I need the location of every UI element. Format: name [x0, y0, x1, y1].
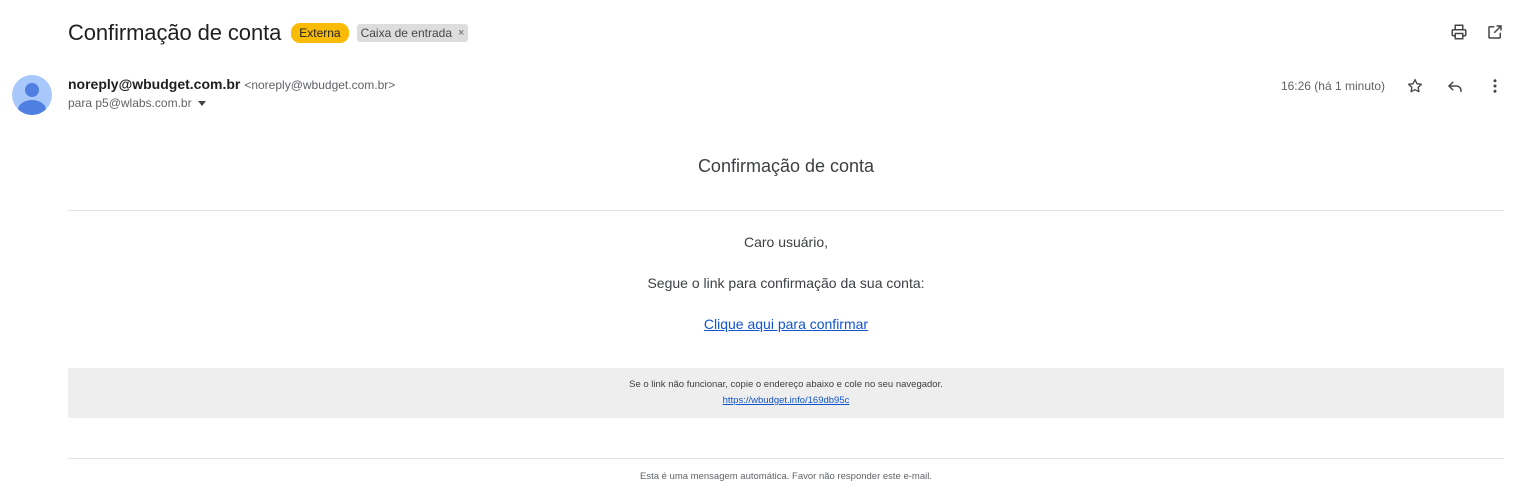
show-details-caret-icon[interactable] — [197, 100, 206, 106]
email-body: Confirmação de conta Caro usuário, Segue… — [68, 130, 1504, 482]
print-icon[interactable] — [1449, 22, 1469, 42]
subject-row: Confirmação de conta Externa Caixa de en… — [68, 18, 469, 48]
sender-block: noreply@wbudget.com.br <noreply@wbudget.… — [68, 76, 395, 110]
greeting-text: Caro usuário, — [743, 234, 829, 250]
fallback-url-link[interactable]: https://wbudget.info/169db95c — [723, 395, 850, 406]
avatar-icon — [12, 75, 52, 115]
reply-icon[interactable] — [1445, 76, 1465, 96]
recipient-line: para p5@wlabs.com.br — [68, 96, 395, 110]
remove-label-icon[interactable]: × — [458, 26, 464, 40]
fallback-text: Se o link não funcionar, copie o endereç… — [629, 379, 943, 390]
sender-email: <noreply@wbudget.com.br> — [244, 78, 396, 92]
inbox-label-text: Caixa de entrada — [360, 26, 452, 40]
top-actions — [1449, 22, 1505, 42]
footer-divider — [68, 458, 1504, 459]
email-heading: Confirmação de conta — [697, 156, 875, 176]
email-subject: Confirmação de conta — [68, 20, 282, 45]
external-badge: Externa — [291, 23, 349, 43]
footer-text: Esta é uma mensagem automática. Favor nã… — [639, 471, 932, 482]
timestamp: 16:26 (há 1 minuto) — [1280, 79, 1385, 93]
recipient-text: para p5@wlabs.com.br — [68, 96, 192, 110]
email-view: Confirmação de conta Externa Caixa de en… — [0, 0, 1537, 500]
inbox-label[interactable]: Caixa de entrada × — [356, 24, 469, 42]
confirm-link[interactable]: Clique aqui para confirmar — [704, 316, 868, 332]
instruction-text: Segue o link para confirmação da sua con… — [647, 275, 925, 291]
body-divider — [68, 210, 1504, 211]
star-icon[interactable] — [1405, 76, 1425, 96]
message-meta: 16:26 (há 1 minuto) — [1281, 76, 1505, 96]
sender-name[interactable]: noreply@wbudget.com.br — [68, 76, 240, 92]
sender-line: noreply@wbudget.com.br <noreply@wbudget.… — [68, 76, 395, 92]
fallback-box: Se o link não funcionar, copie o endereç… — [68, 368, 1504, 418]
open-in-new-window-icon[interactable] — [1485, 22, 1505, 42]
confirm-link-container: Clique aqui para confirmar — [68, 316, 1504, 334]
more-vert-icon[interactable] — [1485, 76, 1505, 96]
